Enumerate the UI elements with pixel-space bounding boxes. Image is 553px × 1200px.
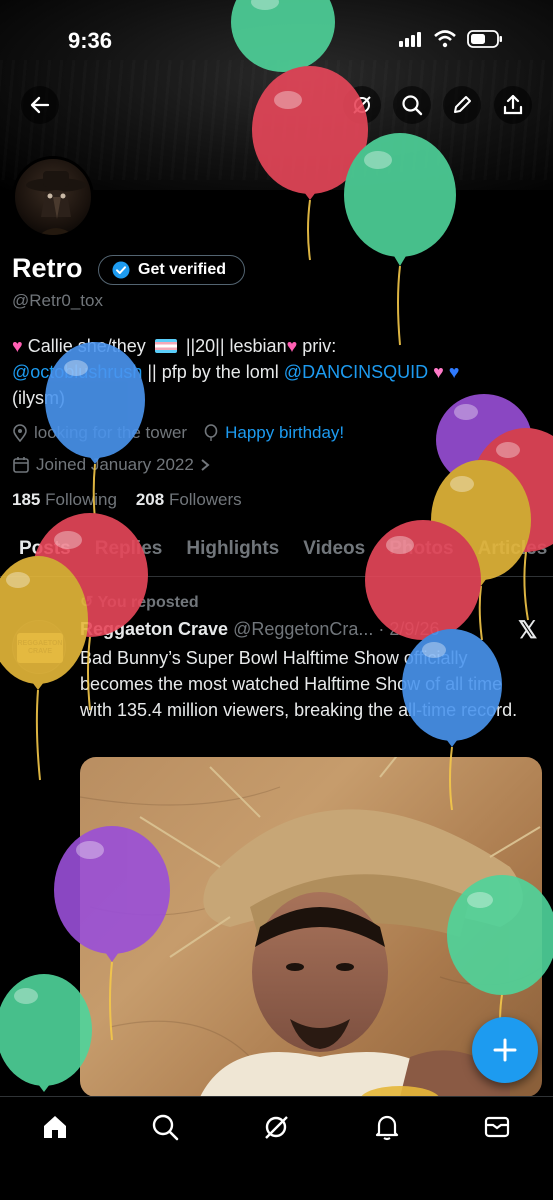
- compose-post-button[interactable]: [472, 1017, 538, 1083]
- pink-heart-icon: ♥: [286, 336, 298, 356]
- post-separator: ·: [378, 619, 390, 639]
- x-logo-icon[interactable]: 𝕏: [518, 616, 537, 645]
- repost-icon: ↺: [80, 594, 98, 611]
- tab-photos[interactable]: Photos: [389, 535, 453, 576]
- birthday-link[interactable]: Happy birthday!: [225, 423, 344, 443]
- grok-icon: [265, 1116, 288, 1139]
- post-avatar-logo: REGGAETON CRAVE: [17, 633, 63, 663]
- bio-line-1c: priv:: [302, 336, 337, 356]
- post-date[interactable]: 2/9/26: [389, 619, 439, 639]
- signal-icon: [399, 32, 421, 47]
- nav-home[interactable]: [39, 1111, 71, 1143]
- followers-link[interactable]: 208 Followers: [136, 490, 242, 509]
- bio-line-1: Callie she/they: [27, 336, 146, 356]
- status-time: 9:36: [68, 28, 113, 53]
- bell-icon: [375, 1115, 399, 1141]
- grok-icon: [353, 96, 371, 114]
- bio-line-1b: ||20|| lesbian: [185, 336, 287, 356]
- wifi-icon: [434, 30, 456, 48]
- location-birthday-row: looking for the tower Happy birthday!: [12, 423, 344, 443]
- search-icon: [152, 1114, 179, 1141]
- post-avatar-text: REGGAETON CRAVE: [17, 640, 63, 655]
- status-bar: 9:36: [0, 0, 553, 80]
- pen-icon: [454, 96, 471, 113]
- post-author-name[interactable]: Reggaeton Crave: [80, 619, 228, 639]
- home-icon: [44, 1116, 66, 1138]
- arrow-left-icon: [30, 96, 50, 114]
- following-count: 185: [12, 490, 41, 509]
- pink-heart-icon: ♥: [12, 336, 23, 356]
- grok-button[interactable]: [343, 86, 381, 124]
- profile-location: looking for the tower: [34, 423, 188, 442]
- blue-heart-icon: ♥: [448, 362, 460, 382]
- verified-badge-icon: [112, 261, 130, 279]
- nav-messages[interactable]: [481, 1111, 513, 1143]
- followers-count: 208: [135, 490, 165, 509]
- follow-stats: 185 Following 208 Followers: [12, 490, 242, 510]
- post-header: Reggaeton Crave @ReggetonCra... · 2/9/26: [80, 619, 439, 640]
- mail-icon: [484, 1116, 510, 1138]
- tab-posts[interactable]: Posts: [19, 535, 71, 576]
- search-icon: [402, 95, 423, 116]
- status-icons: [399, 30, 503, 48]
- following-label: Following: [45, 490, 117, 509]
- tab-highlights[interactable]: Highlights: [186, 535, 279, 576]
- bio-mention-dancinsquid[interactable]: @DANCINSQUID: [284, 362, 428, 382]
- battery-icon: [467, 30, 502, 48]
- post-text: Bad Bunny’s Super Bowl Halftime Show off…: [80, 648, 518, 720]
- bio-mention-octoblushrush[interactable]: @octoblushrush: [12, 362, 142, 382]
- sparkle-heart-icon: ♥: [433, 362, 444, 382]
- tab-replies[interactable]: Replies: [95, 535, 163, 576]
- profile-bio: ♥ Callie she/they ||20|| lesbian♥ priv: …: [12, 333, 542, 411]
- bottom-navigation: [0, 1096, 553, 1200]
- share-icon: [503, 94, 523, 115]
- get-verified-label: Get verified: [138, 261, 227, 278]
- get-verified-button[interactable]: Get verified: [98, 255, 245, 285]
- plague-doctor-avatar: [26, 171, 86, 235]
- followers-label: Followers: [168, 490, 242, 509]
- calendar-icon: [13, 457, 29, 473]
- plus-icon: [493, 1038, 517, 1062]
- joined-row[interactable]: Joined January 2022: [12, 455, 210, 475]
- profile-handle: @Retr0_tox: [12, 291, 103, 310]
- profile-name: Retro: [12, 253, 83, 283]
- back-button[interactable]: [21, 86, 59, 124]
- tab-articles[interactable]: Articles: [478, 535, 548, 576]
- share-button[interactable]: [494, 86, 532, 124]
- profile-tabs: Posts Replies Highlights Videos Photos A…: [0, 535, 553, 577]
- balloon-icon: [204, 424, 218, 441]
- joined-date: Joined January 2022: [36, 455, 194, 474]
- profile-avatar[interactable]: [12, 156, 94, 238]
- following-link[interactable]: 185 Following: [12, 490, 117, 509]
- chevron-right-icon: [201, 459, 210, 471]
- repost-label: You reposted: [97, 594, 199, 611]
- repost-indicator: ↺ You reposted: [80, 592, 199, 612]
- tab-videos[interactable]: Videos: [303, 535, 365, 576]
- bio-line-2: || pfp by the loml: [147, 362, 279, 382]
- post-author-avatar[interactable]: REGGAETON CRAVE: [12, 620, 66, 674]
- bio-line-3: (ilysm): [12, 388, 65, 408]
- edit-button[interactable]: [443, 86, 481, 124]
- nav-notifications[interactable]: [371, 1111, 403, 1143]
- nav-search[interactable]: [149, 1111, 181, 1143]
- trans-flag-icon: [154, 339, 177, 353]
- search-button[interactable]: [393, 86, 431, 124]
- post-author-handle[interactable]: @ReggetonCra...: [233, 619, 373, 639]
- location-pin-icon: [13, 424, 27, 442]
- nav-grok[interactable]: [260, 1111, 292, 1143]
